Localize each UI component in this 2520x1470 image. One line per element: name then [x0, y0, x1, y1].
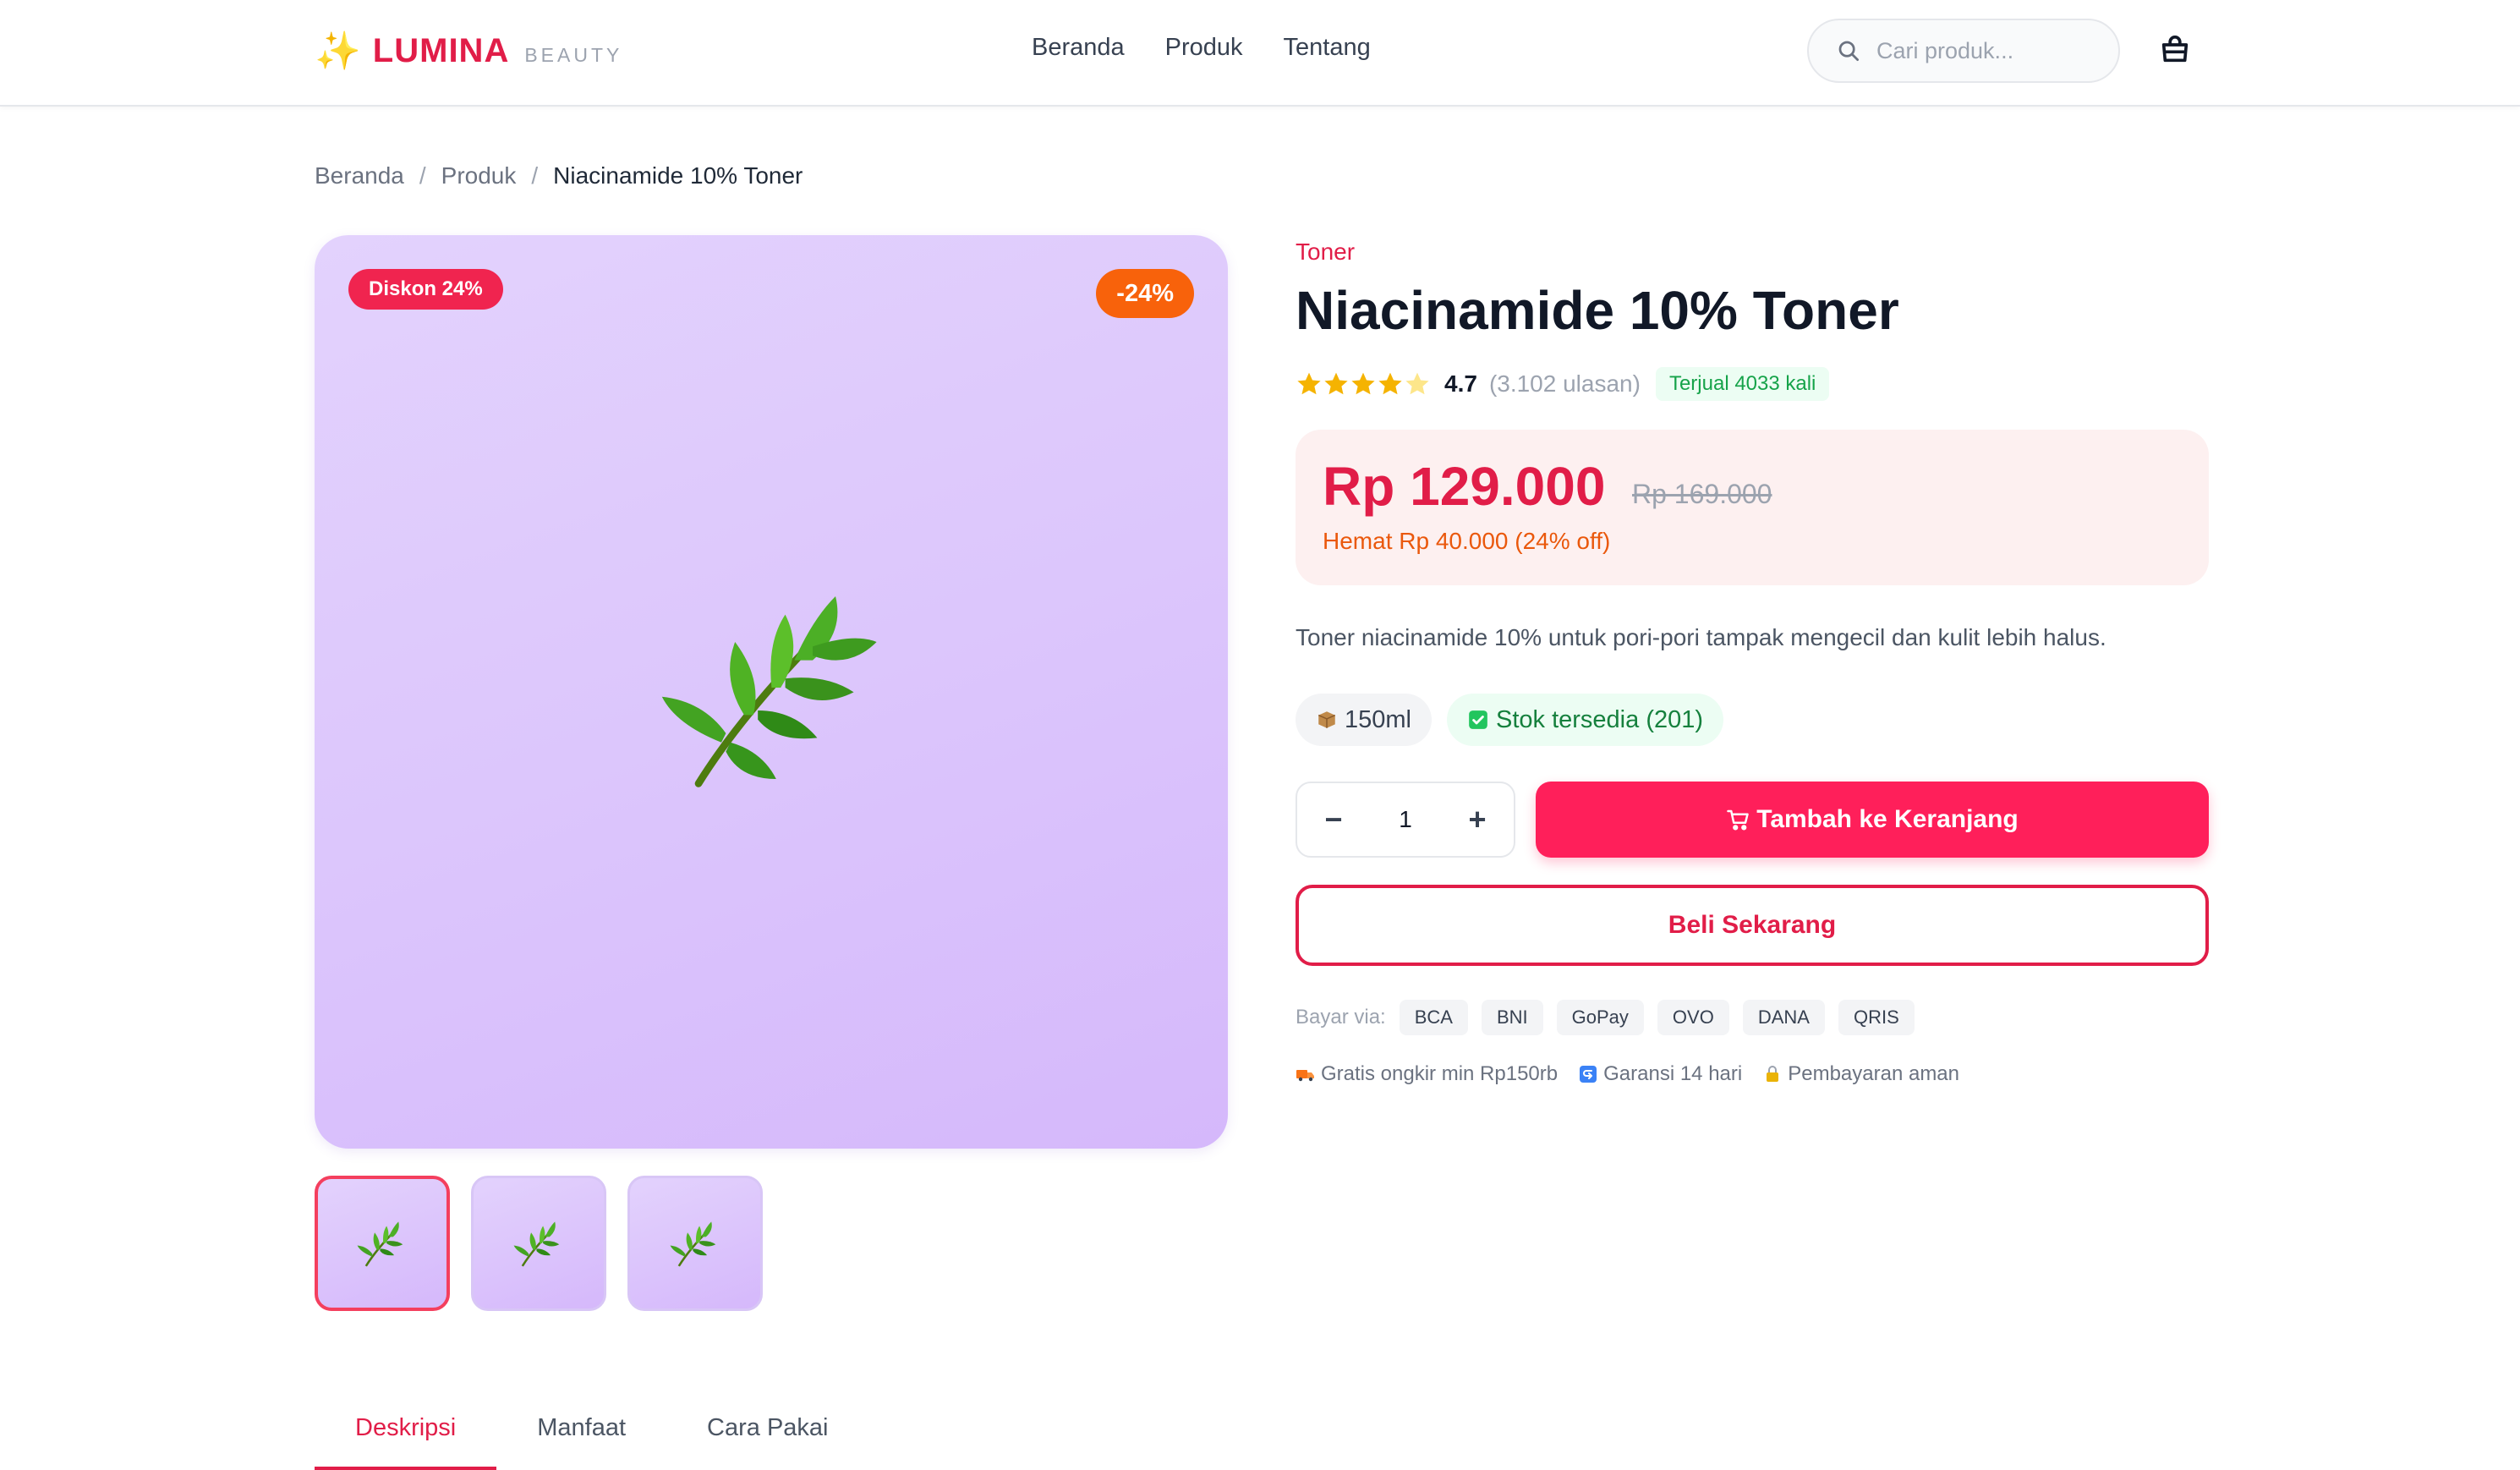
discount-badge: Diskon 24% [348, 269, 503, 310]
nav-beranda[interactable]: Beranda [1032, 34, 1125, 62]
star-icon [1351, 372, 1375, 395]
perk-warranty-label: Garansi 14 hari [1603, 1062, 1743, 1085]
product-main-image: Diskon 24% -24% [315, 235, 1228, 1149]
tab-cara-pakai[interactable]: Cara Pakai [666, 1404, 868, 1470]
main-nav: Beranda Produk Tentang [1032, 34, 1371, 62]
perk-secure-payment: Pembayaran aman [1762, 1062, 1959, 1086]
saving-text: Hemat Rp 40.000 (24% off) [1323, 528, 1611, 554]
product-category[interactable]: Toner [1296, 239, 1355, 266]
thumbnail-1[interactable] [315, 1176, 450, 1311]
payment-method-gopay: GoPay [1556, 1000, 1644, 1035]
perk-shipping: Gratis ongkir min Rp150rb [1296, 1062, 1558, 1086]
brand-name: LUMINA [372, 31, 510, 69]
star-empty-icon [1405, 372, 1429, 395]
herb-leaf-icon [357, 1221, 403, 1267]
rating-row: 4.7 (3.102 ulasan) Terjual 4033 kali [1296, 367, 1830, 401]
payment-method-bni: BNI [1481, 1000, 1543, 1035]
product-attributes: 150ml Stok tersedia (201) [1296, 694, 1724, 746]
package-icon [1318, 711, 1336, 728]
herb-leaf-icon [513, 1221, 560, 1267]
nav-produk[interactable]: Produk [1165, 34, 1243, 62]
add-to-cart-button[interactable]: Tambah ke Keranjang [1536, 782, 2209, 858]
herb-leaf-icon [661, 596, 877, 787]
payment-label: Bayar via: [1296, 1006, 1386, 1028]
size-label: 150ml [1345, 706, 1411, 733]
sparkle-icon: ✨ [315, 30, 361, 73]
service-perks: Gratis ongkir min Rp150rb Garansi 14 har… [1296, 1062, 1959, 1086]
thumbnail-strip [315, 1176, 763, 1311]
rating-value: 4.7 [1444, 370, 1477, 397]
perk-secure-label: Pembayaran aman [1788, 1062, 1959, 1085]
delivery-truck-icon [1296, 1070, 1314, 1082]
search-box [1807, 19, 2120, 83]
add-to-cart-label: Tambah ke Keranjang [1756, 805, 2019, 833]
lock-icon [1767, 1066, 1779, 1082]
product-tabs: Deskripsi Manfaat Cara Pakai [315, 1404, 869, 1470]
perk-shipping-label: Gratis ongkir min Rp150rb [1321, 1062, 1559, 1085]
herb-leaf-icon [670, 1221, 716, 1267]
quantity-value[interactable]: 1 [1399, 806, 1412, 833]
perk-warranty: Garansi 14 hari [1578, 1062, 1742, 1086]
buy-now-button[interactable]: Beli Sekarang [1296, 885, 2209, 966]
size-chip: 150ml [1296, 694, 1432, 746]
stock-label: Stok tersedia (201) [1496, 706, 1704, 733]
quantity-decrease-button[interactable]: − [1321, 802, 1346, 837]
quantity-stepper: − 1 + [1296, 782, 1515, 858]
star-icon [1378, 372, 1402, 395]
thumbnail-2[interactable] [471, 1176, 606, 1311]
cart-icon [1727, 809, 1749, 831]
breadcrumb-beranda[interactable]: Beranda [315, 162, 404, 189]
star-icon [1324, 372, 1348, 395]
breadcrumb-separator: / [419, 162, 426, 189]
return-arrow-icon [1580, 1066, 1597, 1083]
payment-method-dana: DANA [1742, 1000, 1825, 1035]
star-rating [1296, 370, 1431, 398]
payment-methods: Bayar via: BCA BNI GoPay OVO DANA QRIS [1296, 1000, 1915, 1035]
tab-manfaat[interactable]: Manfaat [496, 1404, 666, 1470]
original-price: Rp 169.000 [1632, 479, 1772, 509]
stock-chip: Stok tersedia (201) [1447, 694, 1724, 746]
tab-deskripsi[interactable]: Deskripsi [315, 1404, 497, 1470]
breadcrumb: Beranda / Produk / Niacinamide 10% Toner [315, 162, 803, 189]
site-header: ✨ LUMINA BEAUTY Beranda Produk Tentang [0, 0, 2520, 107]
search-icon [1838, 41, 1859, 61]
payment-method-ovo: OVO [1657, 1000, 1729, 1035]
price-box: Rp 129.000 Rp 169.000 Hemat Rp 40.000 (2… [1296, 430, 2209, 585]
product-title: Niacinamide 10% Toner [1296, 280, 1899, 341]
product-description: Toner niacinamide 10% untuk pori-pori ta… [1296, 624, 2106, 650]
sold-badge: Terjual 4033 kali [1655, 367, 1830, 401]
current-price: Rp 129.000 [1323, 456, 1606, 517]
check-icon [1469, 710, 1487, 729]
payment-method-bca: BCA [1399, 1000, 1468, 1035]
star-icon [1297, 372, 1321, 395]
nav-tentang[interactable]: Tentang [1284, 34, 1371, 62]
shopping-bag-icon[interactable] [2158, 32, 2192, 66]
review-count[interactable]: (3.102 ulasan) [1489, 370, 1641, 398]
search-input[interactable] [1876, 37, 2105, 64]
breadcrumb-current: Niacinamide 10% Toner [553, 162, 803, 189]
breadcrumb-separator: / [531, 162, 539, 189]
discount-percent-badge: -24% [1096, 269, 1194, 318]
quantity-increase-button[interactable]: + [1465, 802, 1490, 837]
payment-method-qris: QRIS [1838, 1000, 1915, 1035]
breadcrumb-produk[interactable]: Produk [441, 162, 517, 189]
brand-subtitle: BEAUTY [524, 43, 623, 66]
thumbnail-3[interactable] [627, 1176, 763, 1311]
brand-logo[interactable]: ✨ LUMINA BEAUTY [315, 29, 622, 73]
